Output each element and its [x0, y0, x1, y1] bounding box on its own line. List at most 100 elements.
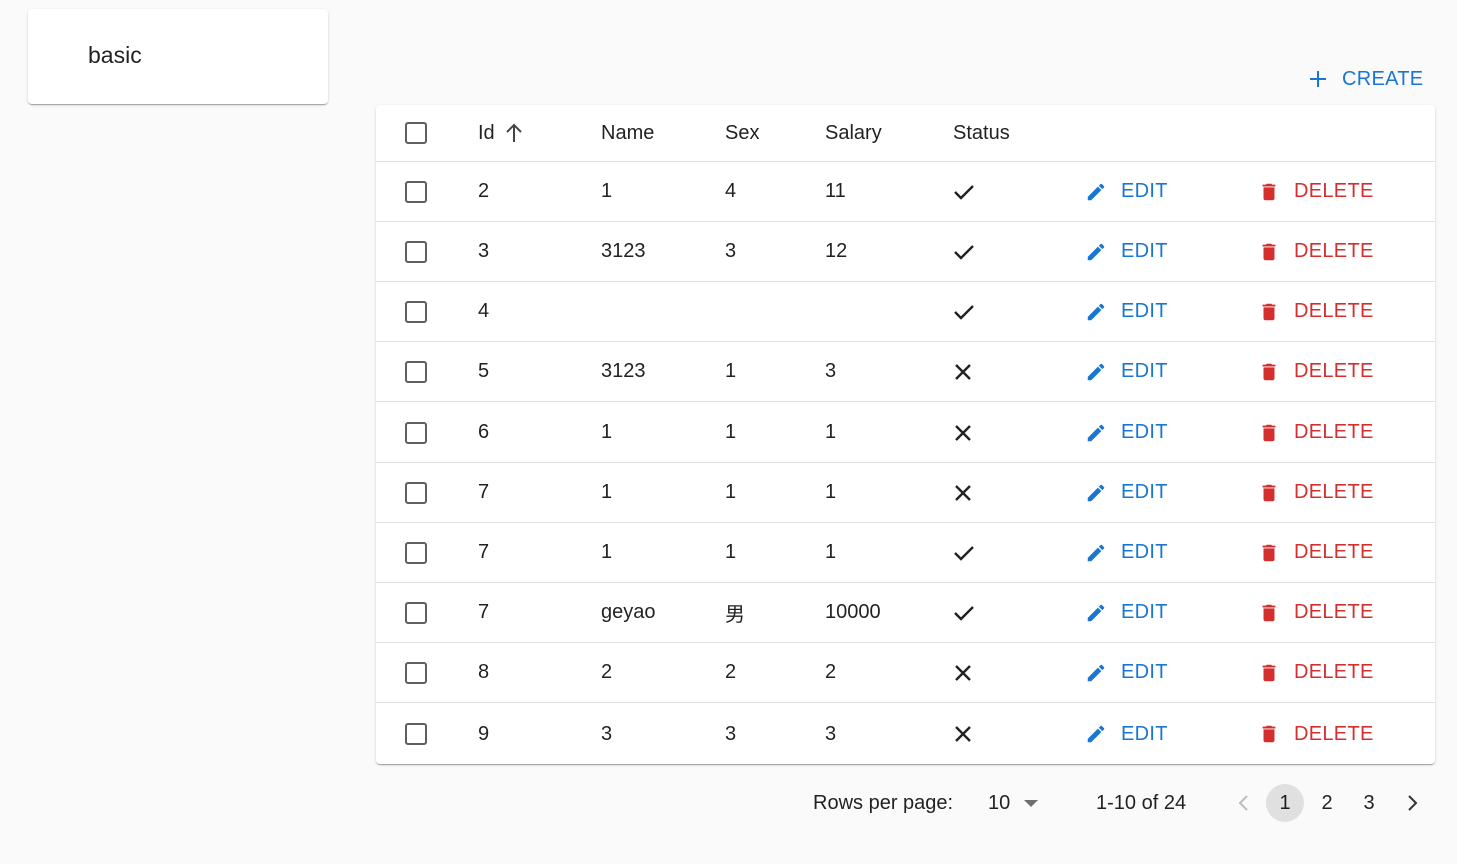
select-all-checkbox[interactable]	[405, 122, 427, 144]
table-row[interactable]: 6 1 1 1 EDIT DELETE	[376, 403, 1435, 463]
menu-item-basic[interactable]: basic	[88, 42, 142, 69]
table-row[interactable]: 2 1 4 11 EDIT DELETE	[376, 162, 1435, 222]
delete-button[interactable]: DELETE	[1258, 643, 1374, 702]
edit-button[interactable]: EDIT	[1085, 704, 1168, 764]
edit-button[interactable]: EDIT	[1085, 583, 1168, 642]
delete-button-label: DELETE	[1294, 180, 1374, 202]
edit-button[interactable]: EDIT	[1085, 523, 1168, 582]
trash-icon	[1258, 181, 1280, 203]
cell-salary: 2	[825, 661, 837, 683]
cell-sex: 4	[725, 180, 737, 202]
trash-icon	[1258, 542, 1280, 564]
delete-button-label: DELETE	[1294, 722, 1374, 745]
edit-button-label: EDIT	[1121, 722, 1168, 745]
row-checkbox[interactable]	[405, 180, 427, 203]
pencil-icon	[1085, 482, 1107, 504]
row-checkbox[interactable]	[405, 541, 427, 564]
check-icon	[953, 222, 975, 281]
delete-button[interactable]: DELETE	[1258, 162, 1374, 221]
page-button-1[interactable]: 1	[1266, 784, 1304, 822]
delete-button-label: DELETE	[1294, 601, 1374, 623]
delete-button[interactable]: DELETE	[1258, 342, 1374, 401]
column-header-name[interactable]: Name	[601, 105, 654, 161]
edit-button-label: EDIT	[1121, 360, 1168, 382]
edit-button[interactable]: EDIT	[1085, 643, 1168, 702]
edit-button-label: EDIT	[1121, 300, 1168, 322]
delete-button[interactable]: DELETE	[1258, 583, 1374, 642]
table-row[interactable]: 3 3123 3 12 EDIT DELETE	[376, 222, 1435, 282]
table-row[interactable]: 5 3123 1 3 EDIT DELETE	[376, 342, 1435, 402]
pencil-icon	[1085, 301, 1107, 323]
row-checkbox[interactable]	[405, 661, 427, 684]
delete-button[interactable]: DELETE	[1258, 282, 1374, 341]
table-row[interactable]: 7 geyao 男 10000 EDIT DELETE	[376, 583, 1435, 643]
row-checkbox[interactable]	[405, 601, 427, 624]
delete-button[interactable]: DELETE	[1258, 222, 1374, 281]
cell-name: 1	[601, 481, 613, 503]
cell-name: 2	[601, 661, 613, 683]
delete-button-label: DELETE	[1294, 240, 1374, 262]
row-checkbox[interactable]	[405, 421, 427, 444]
arrow-up-icon	[505, 123, 523, 143]
plus-icon	[1308, 69, 1328, 89]
edit-button-label: EDIT	[1121, 240, 1168, 262]
table-row[interactable]: 7 1 1 1 EDIT DELETE	[376, 523, 1435, 583]
cell-salary: 1	[825, 481, 837, 503]
column-header-sex[interactable]: Sex	[725, 105, 759, 161]
cell-sex: 男	[725, 604, 745, 626]
table-pagination: Rows per page: 10 1-10 of 24 1 2 3	[376, 780, 1435, 826]
table-row[interactable]: 8 2 2 2 EDIT DELETE	[376, 643, 1435, 703]
caret-down-icon	[1024, 799, 1039, 807]
edit-button[interactable]: EDIT	[1085, 463, 1168, 522]
delete-button-label: DELETE	[1294, 481, 1374, 503]
data-table: Id Name Sex Salary Status 2 1 4 11 EDIT DELET…	[376, 105, 1435, 764]
cell-id: 4	[478, 300, 490, 322]
page-button-2[interactable]: 2	[1308, 784, 1346, 822]
edit-button[interactable]: EDIT	[1085, 403, 1168, 462]
cell-id: 7	[478, 481, 490, 503]
cell-id: 3	[478, 240, 490, 262]
check-icon	[953, 282, 975, 341]
delete-button[interactable]: DELETE	[1258, 403, 1374, 462]
cell-id: 5	[478, 360, 490, 382]
cell-name: 1	[601, 180, 613, 202]
cell-name: geyao	[601, 601, 656, 623]
row-select-cell	[405, 342, 427, 401]
row-checkbox[interactable]	[405, 240, 427, 263]
chevron-right-icon[interactable]	[1402, 780, 1422, 826]
rows-per-page-label: Rows per page:	[813, 791, 954, 814]
delete-button-label: DELETE	[1294, 541, 1374, 563]
create-button[interactable]: CREATE	[1300, 62, 1423, 96]
row-checkbox[interactable]	[405, 360, 427, 383]
table-row[interactable]: 7 1 1 1 EDIT DELETE	[376, 463, 1435, 523]
row-checkbox[interactable]	[405, 481, 427, 504]
pencil-icon	[1085, 723, 1107, 745]
edit-button[interactable]: EDIT	[1085, 162, 1168, 221]
edit-button[interactable]: EDIT	[1085, 342, 1168, 401]
pencil-icon	[1085, 602, 1107, 624]
delete-button[interactable]: DELETE	[1258, 704, 1374, 764]
cell-sex: 1	[725, 541, 737, 563]
row-checkbox[interactable]	[405, 300, 427, 323]
edit-button[interactable]: EDIT	[1085, 282, 1168, 341]
trash-icon	[1258, 241, 1280, 263]
table-row[interactable]: 4 EDIT DELETE	[376, 282, 1435, 342]
column-header-id[interactable]: Id	[478, 105, 523, 161]
edit-button[interactable]: EDIT	[1085, 222, 1168, 281]
close-icon	[953, 342, 973, 401]
cell-salary: 11	[825, 180, 846, 202]
column-header-salary[interactable]: Salary	[825, 105, 882, 161]
delete-button[interactable]: DELETE	[1258, 523, 1374, 582]
chevron-left-icon[interactable]	[1234, 780, 1254, 826]
cell-id: 7	[478, 541, 490, 563]
trash-icon	[1258, 301, 1280, 323]
row-checkbox[interactable]	[405, 723, 427, 745]
cell-name: 3	[601, 722, 613, 745]
cell-name: 3123	[601, 360, 646, 382]
row-select-cell	[405, 162, 427, 221]
page-button-3[interactable]: 3	[1350, 784, 1388, 822]
table-row[interactable]: 9 3 3 3 EDIT DELETE	[376, 704, 1435, 764]
column-header-status[interactable]: Status	[953, 105, 1010, 161]
rows-per-page-select[interactable]: 10	[988, 780, 1039, 826]
delete-button[interactable]: DELETE	[1258, 463, 1374, 522]
